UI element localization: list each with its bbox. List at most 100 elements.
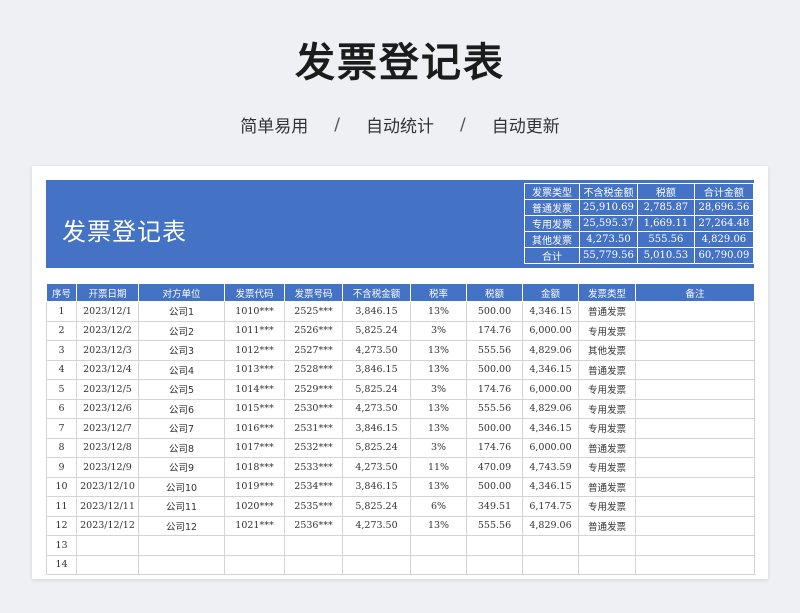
date-cell[interactable]: 2023/12/4 xyxy=(76,359,139,380)
invoice-number-cell[interactable] xyxy=(284,535,343,556)
summary-type-cell[interactable]: 普通发票 xyxy=(524,199,580,216)
tax-rate-cell[interactable]: 3% xyxy=(410,437,467,458)
tax-rate-cell[interactable]: 13% xyxy=(410,515,467,536)
total-amount-cell[interactable]: 6,000.00 xyxy=(522,320,579,341)
date-cell[interactable]: 2023/12/1 xyxy=(76,301,139,322)
index-cell[interactable]: 5 xyxy=(46,379,77,400)
index-cell[interactable]: 4 xyxy=(46,359,77,380)
tax-rate-cell[interactable]: 3% xyxy=(410,320,467,341)
remarks-cell[interactable] xyxy=(635,359,755,380)
remarks-cell[interactable] xyxy=(635,496,755,517)
date-cell[interactable]: 2023/12/2 xyxy=(76,320,139,341)
counterparty-cell[interactable] xyxy=(138,554,225,575)
pre-tax-amount-cell[interactable]: 4,273.50 xyxy=(342,398,411,419)
tax-amount-cell[interactable]: 349.51 xyxy=(466,496,523,517)
invoice-type-cell[interactable]: 专用发票 xyxy=(578,320,636,341)
remarks-cell[interactable] xyxy=(635,340,755,361)
invoice-type-cell[interactable]: 普通发票 xyxy=(578,301,636,322)
pre-tax-amount-cell[interactable]: 5,825.24 xyxy=(342,437,411,458)
column-header-invoice-code[interactable]: 发票代码 xyxy=(224,283,285,302)
tax-amount-cell[interactable]: 470.09 xyxy=(466,457,523,478)
pre-tax-amount-cell[interactable]: 3,846.15 xyxy=(342,418,411,439)
tax-rate-cell[interactable]: 13% xyxy=(410,359,467,380)
counterparty-cell[interactable]: 公司11 xyxy=(138,496,225,517)
tax-amount-cell[interactable]: 500.00 xyxy=(466,418,523,439)
tax-amount-cell[interactable]: 500.00 xyxy=(466,359,523,380)
remarks-cell[interactable] xyxy=(635,418,755,439)
invoice-number-cell[interactable]: 2536*** xyxy=(284,515,343,536)
index-cell[interactable]: 7 xyxy=(46,418,77,439)
column-header-total-amount[interactable]: 金额 xyxy=(522,283,579,302)
column-header-tax-amount[interactable]: 税额 xyxy=(466,283,523,302)
invoice-code-cell[interactable]: 1019*** xyxy=(224,476,285,497)
tax-rate-cell[interactable] xyxy=(410,535,467,556)
counterparty-cell[interactable]: 公司4 xyxy=(138,359,225,380)
tax-amount-cell[interactable]: 555.56 xyxy=(466,340,523,361)
invoice-code-cell[interactable]: 1020*** xyxy=(224,496,285,517)
invoice-type-cell[interactable]: 普通发票 xyxy=(578,515,636,536)
remarks-cell[interactable] xyxy=(635,320,755,341)
index-cell[interactable]: 11 xyxy=(46,496,77,517)
summary-value-cell[interactable]: 25,910.69 xyxy=(579,199,638,216)
counterparty-cell[interactable]: 公司3 xyxy=(138,340,225,361)
pre-tax-amount-cell[interactable]: 4,273.50 xyxy=(342,515,411,536)
summary-value-cell[interactable]: 4,273.50 xyxy=(579,231,638,248)
invoice-type-cell[interactable]: 普通发票 xyxy=(578,476,636,497)
summary-header-cell[interactable]: 不含税金额 xyxy=(579,183,638,200)
summary-value-cell[interactable]: 60,790.09 xyxy=(693,247,754,264)
total-amount-cell[interactable]: 4,346.15 xyxy=(522,476,579,497)
index-cell[interactable]: 1 xyxy=(46,301,77,322)
column-header-remarks[interactable]: 备注 xyxy=(635,283,755,302)
invoice-type-cell[interactable]: 其他发票 xyxy=(578,340,636,361)
date-cell[interactable]: 2023/12/8 xyxy=(76,437,139,458)
remarks-cell[interactable] xyxy=(635,476,755,497)
total-amount-cell[interactable]: 4,829.06 xyxy=(522,340,579,361)
counterparty-cell[interactable]: 公司10 xyxy=(138,476,225,497)
invoice-number-cell[interactable]: 2531*** xyxy=(284,418,343,439)
date-cell[interactable]: 2023/12/7 xyxy=(76,418,139,439)
invoice-type-cell[interactable]: 普通发票 xyxy=(578,437,636,458)
invoice-type-cell[interactable]: 专用发票 xyxy=(578,398,636,419)
tax-amount-cell[interactable]: 555.56 xyxy=(466,515,523,536)
pre-tax-amount-cell[interactable] xyxy=(342,535,411,556)
counterparty-cell[interactable]: 公司8 xyxy=(138,437,225,458)
tax-amount-cell[interactable]: 500.00 xyxy=(466,301,523,322)
tax-rate-cell[interactable]: 13% xyxy=(410,340,467,361)
date-cell[interactable]: 2023/12/10 xyxy=(76,476,139,497)
invoice-number-cell[interactable]: 2529*** xyxy=(284,379,343,400)
invoice-code-cell[interactable]: 1021*** xyxy=(224,515,285,536)
pre-tax-amount-cell[interactable]: 3,846.15 xyxy=(342,359,411,380)
date-cell[interactable]: 2023/12/3 xyxy=(76,340,139,361)
counterparty-cell[interactable]: 公司5 xyxy=(138,379,225,400)
invoice-number-cell[interactable]: 2526*** xyxy=(284,320,343,341)
column-header-counterparty[interactable]: 对方单位 xyxy=(138,283,225,302)
pre-tax-amount-cell[interactable]: 4,273.50 xyxy=(342,457,411,478)
invoice-type-cell[interactable]: 普通发票 xyxy=(578,359,636,380)
pre-tax-amount-cell[interactable]: 4,273.50 xyxy=(342,340,411,361)
total-amount-cell[interactable]: 4,346.15 xyxy=(522,418,579,439)
total-amount-cell[interactable]: 4,829.06 xyxy=(522,515,579,536)
invoice-type-cell[interactable]: 专用发票 xyxy=(578,418,636,439)
tax-rate-cell[interactable]: 13% xyxy=(410,418,467,439)
remarks-cell[interactable] xyxy=(635,554,755,575)
index-cell[interactable]: 8 xyxy=(46,437,77,458)
remarks-cell[interactable] xyxy=(635,437,755,458)
invoice-code-cell[interactable]: 1016*** xyxy=(224,418,285,439)
total-amount-cell[interactable] xyxy=(522,554,579,575)
counterparty-cell[interactable]: 公司1 xyxy=(138,301,225,322)
index-cell[interactable]: 10 xyxy=(46,476,77,497)
summary-type-cell[interactable]: 其他发票 xyxy=(524,231,580,248)
column-header-pre-tax-amount[interactable]: 不含税金额 xyxy=(342,283,411,302)
invoice-type-cell[interactable] xyxy=(578,535,636,556)
invoice-type-cell[interactable]: 专用发票 xyxy=(578,379,636,400)
total-amount-cell[interactable]: 4,743.59 xyxy=(522,457,579,478)
tax-amount-cell[interactable]: 174.76 xyxy=(466,320,523,341)
invoice-code-cell[interactable] xyxy=(224,535,285,556)
invoice-number-cell[interactable]: 2525*** xyxy=(284,301,343,322)
remarks-cell[interactable] xyxy=(635,515,755,536)
column-header-index[interactable]: 序号 xyxy=(46,283,77,302)
column-header-invoice-number[interactable]: 发票号码 xyxy=(284,283,343,302)
summary-value-cell[interactable]: 4,829.06 xyxy=(693,231,754,248)
column-header-tax-rate[interactable]: 税率 xyxy=(410,283,467,302)
counterparty-cell[interactable]: 公司2 xyxy=(138,320,225,341)
